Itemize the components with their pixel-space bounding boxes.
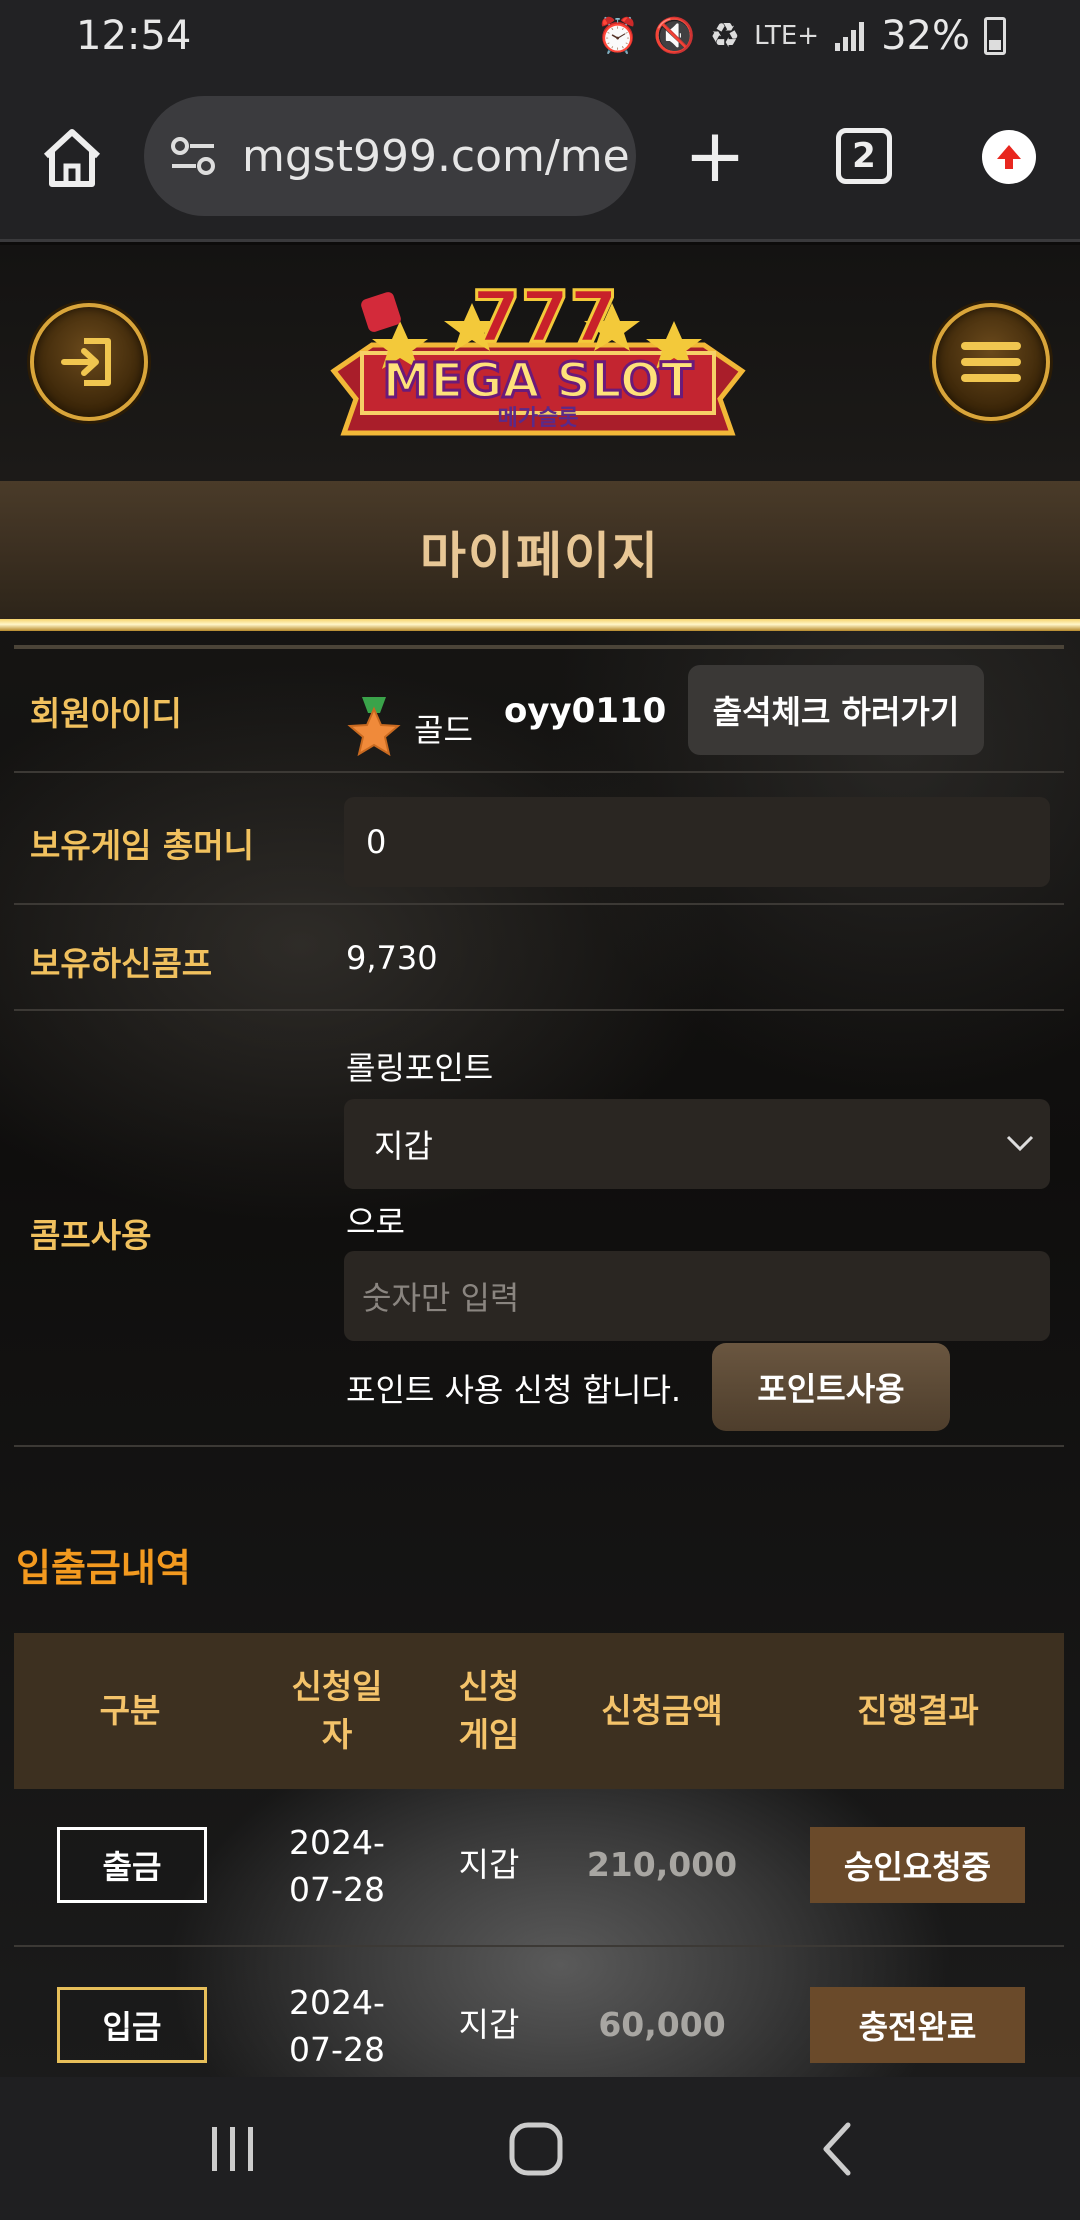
row-divider: [14, 771, 1064, 773]
home-circle-icon[interactable]: [504, 2117, 568, 2181]
col-type: 구분: [99, 1691, 161, 1730]
svg-text:777: 777: [472, 276, 618, 358]
row-game: 지갑: [458, 1845, 520, 1884]
site-header: 777 MEGA SLOT 메가슬롯: [0, 245, 1080, 481]
col-result: 진행결과: [857, 1691, 979, 1730]
logo-text: MEGA SLOT: [383, 353, 694, 409]
attendance-check-button[interactable]: 출석체크 하러가기: [688, 665, 984, 755]
col-amount: 신청금액: [601, 1691, 723, 1730]
comp-value: 9,730: [346, 939, 438, 977]
col-game-line2: 게임: [458, 1715, 520, 1754]
gold-grade-icon: [347, 697, 401, 757]
browser-toolbar: mgst999.com/me + 2: [0, 72, 1080, 242]
row-status-badge: 충전완료: [810, 1987, 1025, 2063]
back-icon[interactable]: [808, 2117, 872, 2181]
row-status-badge: 승인요청중: [810, 1827, 1025, 1903]
recent-apps-icon[interactable]: [200, 2117, 264, 2181]
status-time: 12:54: [76, 13, 192, 59]
status-icons: ⏰ 🔇 ♻ LTE+ 32%: [597, 13, 1006, 59]
address-bar[interactable]: mgst999.com/me: [144, 96, 636, 216]
battery-icon: [984, 17, 1006, 55]
gold-divider: [0, 619, 1080, 631]
wallet-select[interactable]: 지갑: [344, 1099, 1050, 1189]
battery-saver-icon: ♻: [709, 16, 741, 56]
row-date-line1: 2024-: [289, 1823, 385, 1862]
menu-icon[interactable]: [932, 303, 1050, 421]
to-text: 으로: [346, 1203, 405, 1241]
use-point-button[interactable]: 포인트사용: [712, 1343, 950, 1431]
site-settings-icon[interactable]: [168, 130, 220, 182]
status-bar: 12:54 ⏰ 🔇 ♻ LTE+ 32%: [0, 0, 1080, 72]
alarm-icon: ⏰: [596, 16, 640, 56]
member-id-label: 회원아이디: [30, 694, 182, 733]
rolling-point-label: 롤링포인트: [346, 1049, 494, 1087]
chevron-down-icon: [1006, 1135, 1034, 1152]
new-tab-icon[interactable]: +: [684, 116, 746, 196]
row-amount: 60,000: [598, 2005, 726, 2044]
member-grade: 골드: [414, 711, 473, 749]
tab-switcher-icon[interactable]: 2: [836, 128, 892, 184]
wallet-select-value: 지갑: [374, 1127, 433, 1165]
page-title: 마이페이지: [420, 527, 660, 585]
row-amount: 210,000: [586, 1845, 738, 1884]
row-game: 지갑: [458, 2005, 520, 2044]
row-divider: [14, 1009, 1064, 1011]
row-divider: [14, 903, 1064, 905]
web-page: 777 MEGA SLOT 메가슬롯 마이페이지 회원아이디 골드 oyy011…: [0, 245, 1080, 2077]
row-date-line2: 07-28: [289, 1870, 385, 1909]
member-id: oyy0110: [504, 691, 667, 731]
logo-subtext: 메가슬롯: [498, 406, 579, 431]
game-money-label: 보유게임 총머니: [30, 826, 255, 865]
col-date-line1: 신청일: [291, 1667, 383, 1706]
transactions-title: 입출금내역: [16, 1546, 191, 1590]
game-money-field: 0: [344, 797, 1050, 887]
divider: [14, 645, 1064, 649]
row-date-line1: 2024-: [289, 1983, 385, 2022]
system-nav-bar: [0, 2077, 1080, 2220]
row-divider: [14, 1945, 1064, 1947]
signal-icon: [835, 22, 865, 51]
apply-text: 포인트 사용 신청 합니다.: [346, 1371, 682, 1409]
login-icon[interactable]: [30, 303, 148, 421]
page-title-band: 마이페이지: [0, 481, 1080, 623]
battery-percent: 32%: [881, 13, 970, 59]
col-game-line1: 신청: [458, 1667, 520, 1706]
type-withdraw-badge: 출금: [57, 1827, 207, 1903]
update-icon[interactable]: [982, 130, 1036, 184]
col-date-line2: 자: [321, 1715, 353, 1754]
type-deposit-badge: 입금: [57, 1987, 207, 2063]
lte-icon: LTE+: [754, 21, 820, 51]
mega-slot-logo[interactable]: 777 MEGA SLOT 메가슬롯: [322, 263, 754, 463]
vibrate-mute-icon: 🔇: [653, 16, 696, 56]
comp-use-label: 콤프사용: [30, 1216, 152, 1255]
comp-label: 보유하신콤프: [30, 944, 213, 983]
point-amount-input[interactable]: 숫자만 입력: [344, 1251, 1050, 1341]
home-icon[interactable]: [38, 124, 106, 192]
row-date-line2: 07-28: [289, 2030, 385, 2069]
row-divider: [14, 1445, 1064, 1447]
url-text: mgst999.com/me: [242, 130, 630, 182]
